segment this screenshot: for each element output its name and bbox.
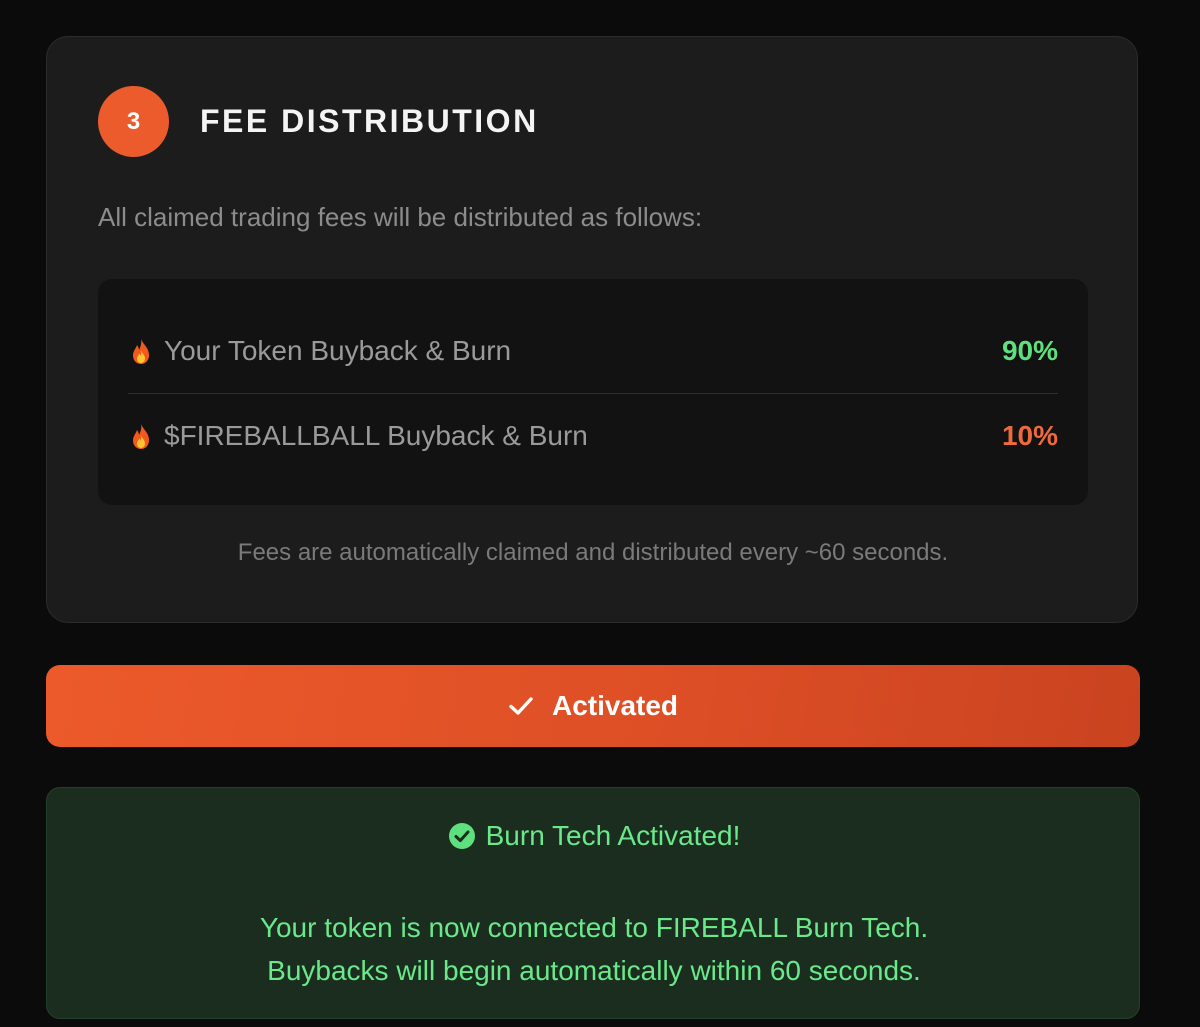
distribution-row-token: Your Token Buyback & Burn 90%: [128, 309, 1058, 394]
activated-button-label: Activated: [551, 690, 679, 721]
page: 3 FEE DISTRIBUTION All claimed trading f…: [0, 0, 1200, 1027]
row-label: $FIREBALLBALL Buyback & Burn: [164, 420, 588, 451]
success-title: Burn Tech Activated!: [47, 820, 1141, 852]
fire-icon: [128, 337, 154, 365]
fee-distribution-card: 3 FEE DISTRIBUTION All claimed trading f…: [46, 36, 1138, 623]
percent-value: 90%: [1001, 335, 1058, 366]
success-title-text: Burn Tech Activated!: [485, 820, 741, 851]
check-circle-icon: [448, 822, 476, 850]
percent-value: 10%: [1001, 420, 1058, 451]
row-label: Your Token Buyback & Burn: [164, 335, 512, 366]
distribution-row-fireballball: $FIREBALLBALL Buyback & Burn 10%: [128, 394, 1058, 478]
distribution-table: Your Token Buyback & Burn 90% $FIREBALLB…: [98, 279, 1088, 505]
success-message: Your token is now connected to FIREBALL …: [47, 906, 1141, 992]
intro-text: All claimed trading fees will be distrib…: [98, 202, 703, 232]
success-line-2: Buybacks will begin automatically within…: [267, 955, 921, 986]
step-number-badge: 3: [98, 86, 169, 157]
activated-button[interactable]: Activated: [46, 665, 1140, 747]
success-line-1: Your token is now connected to FIREBALL …: [259, 912, 929, 943]
success-panel: Burn Tech Activated! Your token is now c…: [46, 787, 1140, 1019]
check-icon: [508, 695, 534, 717]
section-title: FEE DISTRIBUTION: [200, 103, 539, 139]
fire-icon: [128, 422, 154, 450]
footnote-text: Fees are automatically claimed and distr…: [237, 539, 949, 566]
